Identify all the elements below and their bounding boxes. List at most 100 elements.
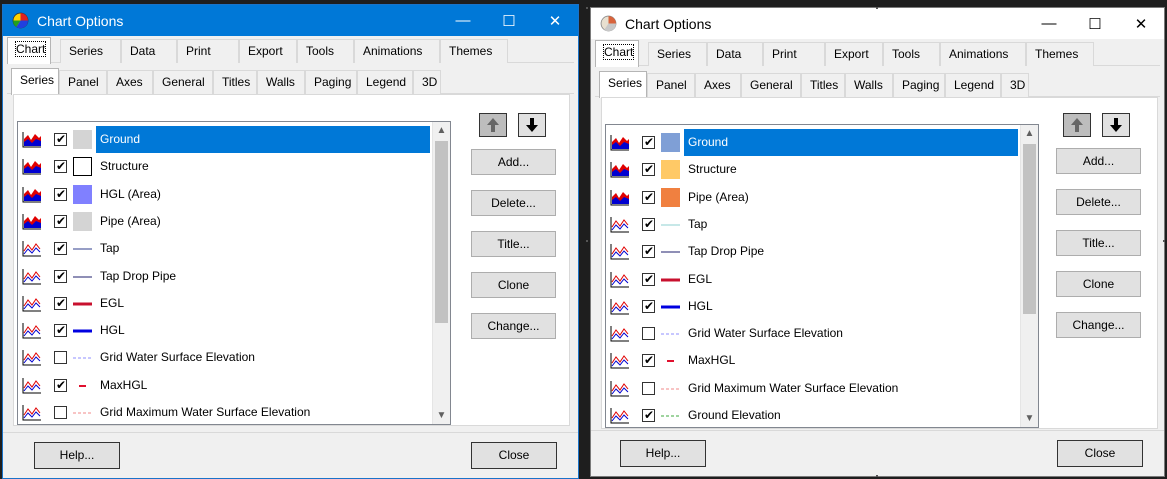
series-visible-checkbox[interactable]: ✔ [642, 217, 655, 231]
resize-handle[interactable] [876, 7, 878, 9]
series-visible-checkbox[interactable]: ✔ [642, 135, 655, 149]
series-row[interactable]: ✔ Pipe (Area) [18, 208, 430, 235]
tab-themes[interactable]: Themes [440, 39, 508, 63]
series-row[interactable]: Grid Water Surface Elevation [18, 344, 430, 371]
subtab-panel[interactable]: Panel [647, 73, 695, 97]
series-color-swatch[interactable] [73, 403, 92, 422]
series-visible-checkbox[interactable]: ✔ [54, 159, 67, 174]
close-button[interactable]: Close [1057, 440, 1143, 467]
tab-print[interactable]: Print [763, 42, 825, 66]
move-down-button[interactable] [518, 113, 546, 137]
subtab-walls[interactable]: Walls [845, 73, 893, 97]
scroll-down-icon[interactable]: ▼ [1021, 410, 1038, 427]
scroll-up-icon[interactable]: ▲ [1021, 125, 1038, 142]
series-list[interactable]: ▲ ▼ ✔ Ground ✔ Structure ✔ HGL (Area) ✔ Pipe (A… [17, 121, 451, 425]
series-color-swatch[interactable] [73, 348, 92, 367]
maximize-button[interactable]: ☐ [1072, 8, 1118, 39]
series-row[interactable]: ✔ Ground Elevation [606, 402, 1018, 427]
series-color-swatch[interactable] [661, 242, 680, 261]
subtab-series[interactable]: Series [599, 71, 647, 98]
series-color-swatch[interactable] [73, 130, 92, 149]
series-row[interactable]: ✔ MaxHGL [18, 372, 430, 399]
delete-button[interactable]: Delete... [1056, 189, 1141, 215]
subtab-legend[interactable]: Legend [945, 73, 1001, 97]
series-visible-checkbox[interactable]: ✔ [642, 244, 655, 259]
series-row[interactable]: ✔ Ground [606, 129, 1018, 156]
tab-data[interactable]: Data [707, 42, 763, 66]
minimize-button[interactable]: — [440, 5, 486, 36]
series-visible-checkbox[interactable]: ✔ [642, 353, 655, 368]
series-visible-checkbox[interactable] [54, 351, 67, 365]
resize-handle[interactable] [1163, 240, 1165, 242]
series-color-swatch[interactable] [73, 321, 92, 340]
series-row[interactable]: ✔ HGL [606, 293, 1018, 320]
scroll-thumb[interactable] [1023, 144, 1036, 314]
subtab-general[interactable]: General [741, 73, 801, 97]
series-row[interactable]: ✔ EGL [606, 266, 1018, 293]
close-button[interactable]: Close [471, 442, 557, 469]
series-row[interactable]: ✔ Tap [18, 235, 430, 262]
series-color-swatch[interactable] [661, 133, 680, 152]
move-down-button[interactable] [1102, 113, 1130, 137]
resize-handle[interactable] [586, 240, 588, 242]
series-row[interactable]: ✔ Tap [606, 211, 1018, 238]
subtab-paging[interactable]: Paging [893, 73, 945, 97]
series-color-swatch[interactable] [661, 215, 680, 234]
series-row[interactable]: ✔ Ground [18, 126, 430, 153]
series-color-swatch[interactable] [661, 187, 680, 207]
series-color-swatch[interactable] [661, 351, 680, 370]
subtab-titles[interactable]: Titles [801, 73, 845, 97]
tab-tools[interactable]: Tools [297, 39, 354, 63]
series-visible-checkbox[interactable]: ✔ [54, 214, 67, 228]
series-row[interactable]: ✔ Tap Drop Pipe [606, 238, 1018, 265]
series-row[interactable]: Grid Maximum Water Surface Elevation [606, 375, 1018, 402]
series-visible-checkbox[interactable] [54, 406, 67, 419]
series-visible-checkbox[interactable]: ✔ [642, 299, 655, 313]
series-visible-checkbox[interactable]: ✔ [642, 190, 655, 204]
title-bar[interactable]: Chart Options — ☐ ✕ [591, 8, 1164, 39]
help-button[interactable]: Help... [34, 442, 120, 469]
series-color-swatch[interactable] [73, 294, 92, 313]
tab-chart[interactable]: Chart [595, 40, 639, 67]
series-visible-checkbox[interactable]: ✔ [54, 296, 67, 310]
series-row[interactable]: Grid Water Surface Elevation [606, 320, 1018, 347]
delete-button[interactable]: Delete... [471, 190, 556, 216]
subtab-titles[interactable]: Titles [213, 70, 257, 94]
series-row[interactable]: ✔ HGL [18, 317, 430, 344]
series-color-swatch[interactable] [661, 379, 680, 398]
maximize-button[interactable]: ☐ [486, 5, 532, 36]
tab-data[interactable]: Data [121, 39, 177, 63]
series-visible-checkbox[interactable]: ✔ [54, 241, 67, 256]
series-color-swatch[interactable] [661, 270, 680, 289]
scroll-down-icon[interactable]: ▼ [433, 407, 450, 424]
subtab-general[interactable]: General [153, 70, 213, 94]
vertical-scrollbar[interactable]: ▲ ▼ [432, 122, 450, 424]
series-color-swatch[interactable] [661, 324, 680, 343]
series-visible-checkbox[interactable] [642, 327, 655, 341]
series-row[interactable]: ✔ Structure [606, 156, 1018, 183]
subtab-legend[interactable]: Legend [357, 70, 413, 94]
series-row[interactable]: Grid Maximum Water Surface Elevation [18, 399, 430, 424]
tab-export[interactable]: Export [825, 42, 883, 66]
clone-button[interactable]: Clone [471, 272, 556, 298]
tab-chart[interactable]: Chart [7, 37, 51, 64]
clone-button[interactable]: Clone [1056, 271, 1141, 297]
series-row[interactable]: ✔ Pipe (Area) [606, 184, 1018, 211]
add-button[interactable]: Add... [1056, 148, 1141, 174]
series-visible-checkbox[interactable]: ✔ [642, 408, 655, 422]
subtab-panel[interactable]: Panel [59, 70, 107, 94]
tab-print[interactable]: Print [177, 39, 239, 63]
series-color-swatch[interactable] [73, 267, 92, 286]
series-visible-checkbox[interactable]: ✔ [54, 323, 67, 338]
series-row[interactable]: ✔ Tap Drop Pipe [18, 263, 430, 290]
title-button[interactable]: Title... [471, 231, 556, 257]
tab-series[interactable]: Series [60, 39, 121, 63]
minimize-button[interactable]: — [1026, 8, 1072, 39]
scroll-thumb[interactable] [435, 141, 448, 323]
subtab-paging[interactable]: Paging [305, 70, 357, 94]
subtab-series[interactable]: Series [11, 68, 59, 95]
series-color-swatch[interactable] [661, 406, 680, 425]
series-visible-checkbox[interactable]: ✔ [54, 269, 67, 283]
series-visible-checkbox[interactable] [642, 381, 655, 395]
series-visible-checkbox[interactable]: ✔ [54, 378, 67, 392]
